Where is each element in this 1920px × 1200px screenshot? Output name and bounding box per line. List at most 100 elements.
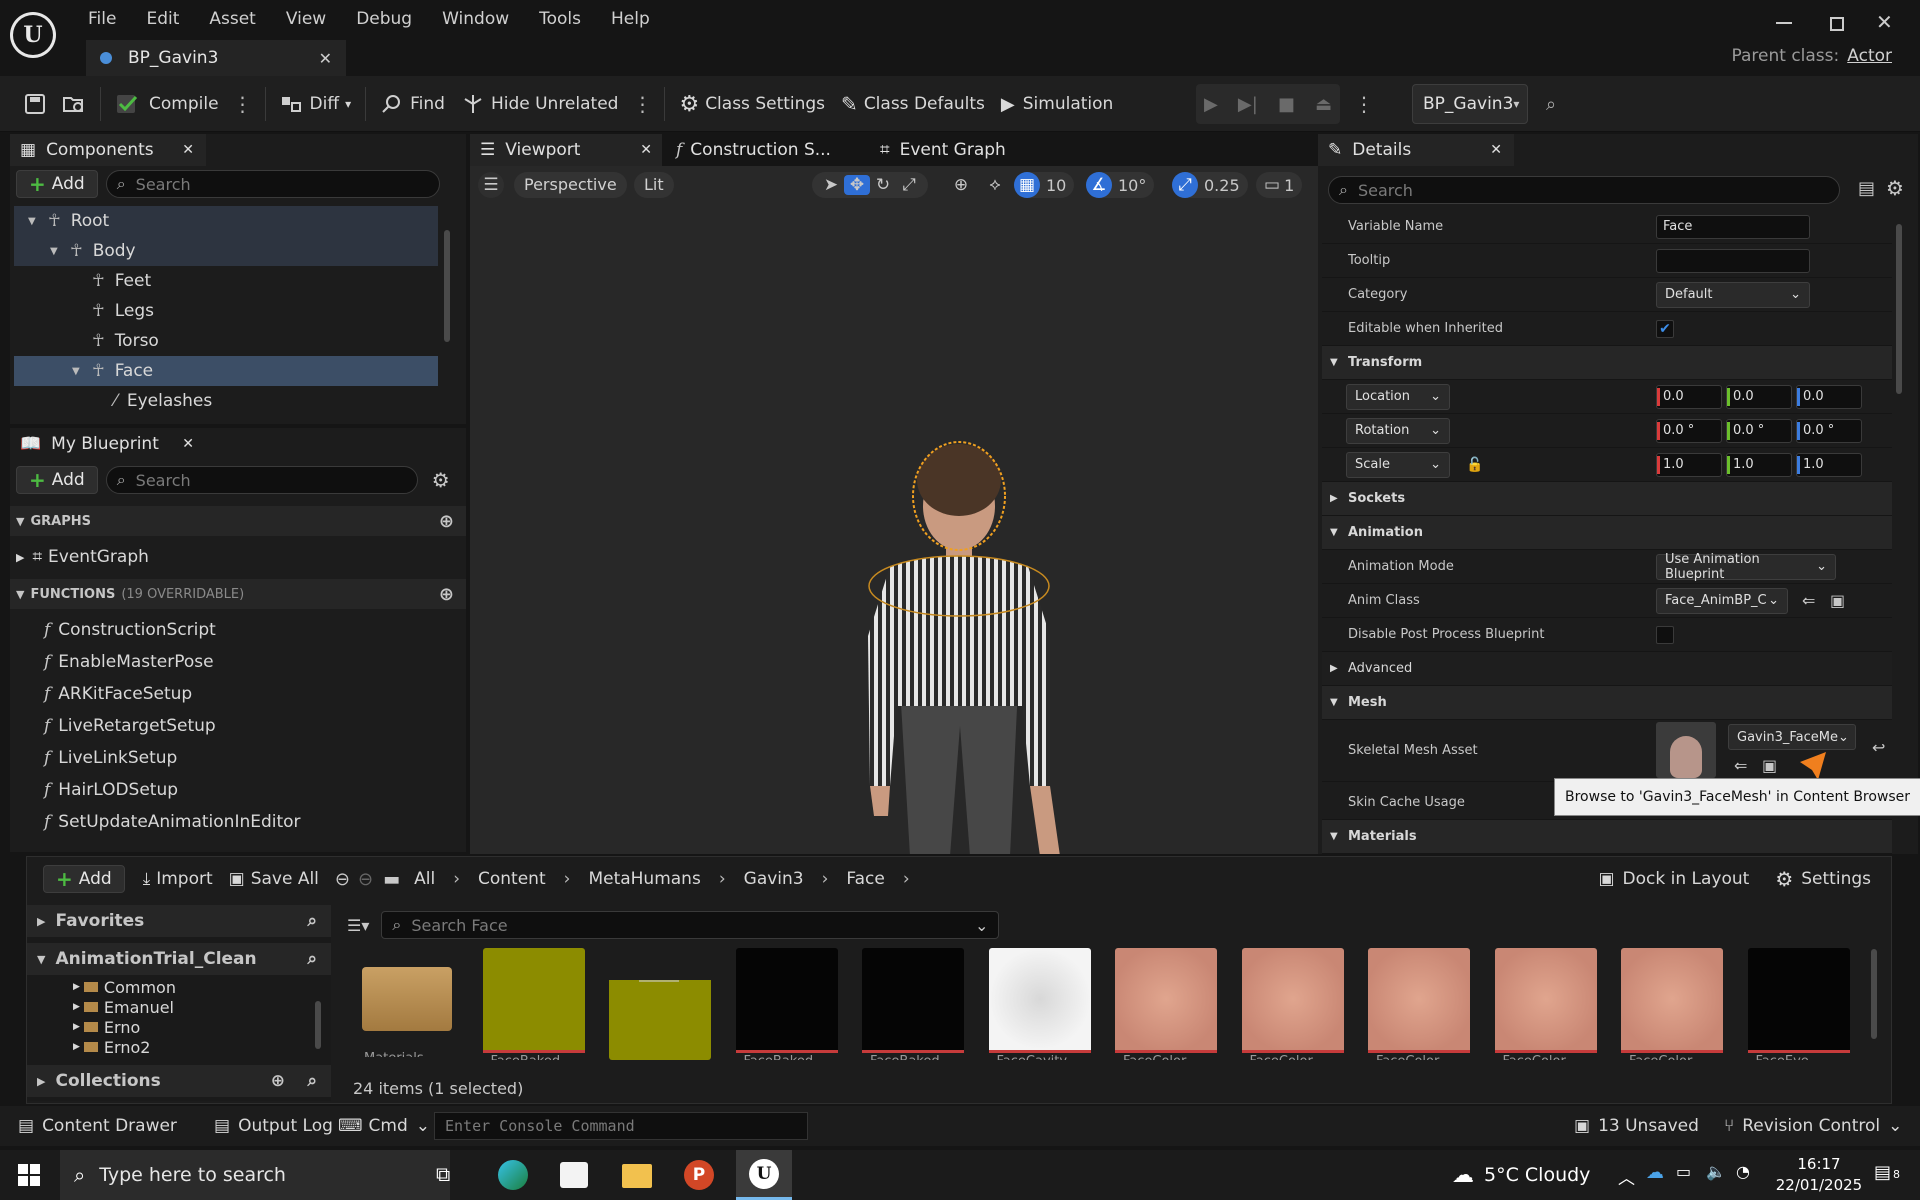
browse-button[interactable] <box>54 84 94 124</box>
class-settings-button[interactable]: ⚙ Class Settings <box>671 84 833 124</box>
function-item[interactable]: f LiveLinkSetup <box>10 742 466 774</box>
tab-event-graph[interactable]: ⌗ Event Graph <box>870 134 1050 166</box>
simulation-button[interactable]: ▶ Simulation <box>993 84 1121 124</box>
chevron-up-icon[interactable]: ︿ <box>1618 1164 1635 1189</box>
viewport[interactable]: ☰ Perspective Lit ➤ ✥ ↻ ⤢ ⊕ ⟡ ▦ 10 ∡ 10°… <box>470 166 1318 854</box>
unreal-logo-icon[interactable]: U <box>10 12 56 58</box>
location-z-input[interactable]: 0.0 <box>1796 384 1862 409</box>
wifi-icon[interactable]: ◔ <box>1736 1162 1750 1181</box>
skel-mesh-select[interactable]: Gavin3_FaceMe ⌄ <box>1728 724 1856 750</box>
taskbar-search-box[interactable]: ⌕ Type here to search <box>60 1150 450 1200</box>
component-item-body[interactable]: ▼ ☥ Body <box>14 236 438 266</box>
console-input[interactable]: Enter Console Command <box>434 1112 808 1140</box>
project-header[interactable]: ▼ AnimationTrial_Clean ⌕ <box>27 943 331 975</box>
chevron-right-icon[interactable]: › <box>903 869 910 889</box>
search-icon[interactable]: ⌕ <box>307 911 317 931</box>
variable-name-input[interactable]: Face <box>1656 214 1810 239</box>
file-explorer-icon[interactable] <box>622 1164 652 1188</box>
blueprint-search-input[interactable]: ⌕ Search <box>105 466 418 494</box>
weather-widget[interactable]: ☁ 5°C Cloudy <box>1452 1150 1590 1200</box>
rotation-y-input[interactable]: 0.0 ° <box>1726 418 1792 443</box>
document-tab[interactable]: BP_Gavin3 ✕ <box>86 40 346 76</box>
search-icon[interactable]: ⌕ <box>307 949 317 969</box>
section-transform[interactable]: ▼ Transform <box>1322 346 1892 380</box>
menu-item-help[interactable]: Help <box>611 9 650 29</box>
diff-button[interactable]: Diff ▾ <box>272 84 360 124</box>
texture-tile[interactable]: FaceBaked <box>862 948 964 1060</box>
tooltip-input[interactable] <box>1656 248 1810 273</box>
function-item[interactable]: f EnableMasterPose <box>10 646 466 678</box>
folder-item[interactable]: ▶ Erno2 <box>73 1037 303 1057</box>
debug-object-select[interactable]: BP_Gavin3 ▾ <box>1412 84 1528 124</box>
collections-header[interactable]: ▶ Collections ⊕ ⌕ <box>27 1065 331 1097</box>
minimize-button[interactable] <box>1776 12 1792 24</box>
texture-tile[interactable]: FaceBaked <box>609 948 711 1060</box>
save-all-button[interactable]: ▣ Save All <box>221 859 327 899</box>
menu-item-file[interactable]: File <box>88 9 116 29</box>
chevron-down-icon[interactable]: ▼ <box>28 216 44 227</box>
graph-item-eventgraph[interactable]: ▶ ⌗ EventGraph <box>16 542 149 572</box>
browse-icon[interactable]: ▣ <box>1762 756 1777 775</box>
asset-scrollbar[interactable] <box>1871 949 1877 1039</box>
rotation-select[interactable]: Rotation ⌄ <box>1346 417 1450 444</box>
chevron-right-icon[interactable]: › <box>822 869 829 889</box>
close-icon[interactable]: ✕ <box>319 49 332 68</box>
folder-item[interactable]: ▶ Emanuel <box>73 997 303 1017</box>
component-item-root[interactable]: ▼ ☥ Root <box>14 206 438 236</box>
mesh-thumbnail[interactable] <box>1656 722 1716 778</box>
output-log-button[interactable]: ▤ Output Log <box>206 1106 341 1146</box>
content-settings-button[interactable]: ⚙ Settings <box>1767 859 1879 899</box>
use-selected-icon[interactable]: ⇐ <box>1802 591 1815 610</box>
add-graph-icon[interactable]: ⊕ <box>439 511 454 532</box>
menu-item-asset[interactable]: Asset <box>209 9 255 29</box>
disable-pp-checkbox[interactable] <box>1656 625 1674 644</box>
texture-tile[interactable]: FaceCavity <box>988 948 1091 1060</box>
chevron-right-icon[interactable]: › <box>453 869 460 889</box>
folder-tile[interactable]: Materials <box>356 948 458 1060</box>
notification-icon[interactable]: ▤ 8 <box>1874 1162 1900 1183</box>
scrollbar[interactable] <box>315 1001 321 1049</box>
back-arrow-icon[interactable]: ⊖ <box>335 869 350 890</box>
section-animation[interactable]: ▼ Animation <box>1322 516 1892 550</box>
favorites-header[interactable]: ▶ Favorites ⌕ <box>27 905 331 937</box>
forward-arrow-icon[interactable]: ⊖ <box>358 869 373 890</box>
hide-unrelated-button[interactable]: Hide Unrelated <box>453 84 627 124</box>
revision-control-button[interactable]: ⑂ Revision Control ⌄ <box>1716 1106 1910 1146</box>
menu-item-debug[interactable]: Debug <box>356 9 412 29</box>
chevron-right-icon[interactable]: › <box>564 869 571 889</box>
save-button[interactable] <box>16 84 54 124</box>
texture-tile[interactable]: FaceBaked <box>735 948 838 1060</box>
menu-item-view[interactable]: View <box>286 9 326 29</box>
texture-tile[interactable]: FaceEye <box>1747 948 1850 1060</box>
cmd-select[interactable]: ⌨ Cmd ⌄ <box>330 1106 438 1146</box>
component-item-eyelashes[interactable]: ⁄ Eyelashes <box>14 386 438 416</box>
battery-icon[interactable]: ▭ <box>1676 1162 1691 1181</box>
stop-icon[interactable]: ■ <box>1278 94 1295 115</box>
breadcrumb-item[interactable]: Face <box>846 869 884 889</box>
edge-icon[interactable] <box>498 1160 528 1190</box>
browse-icon[interactable]: ▣ <box>1830 591 1845 610</box>
add-component-button[interactable]: + Add <box>16 170 98 198</box>
breadcrumb-item[interactable]: Content <box>478 869 546 889</box>
chevron-right-icon[interactable]: ▶ <box>73 1022 80 1032</box>
debug-browse-icon[interactable]: ⌕ <box>1546 94 1556 115</box>
chevron-down-icon[interactable]: ▼ <box>50 246 66 257</box>
chevron-right-icon[interactable]: › <box>719 869 726 889</box>
section-materials[interactable]: ▼ Materials <box>1322 820 1892 854</box>
table-view-icon[interactable]: ▤ <box>1858 178 1875 199</box>
add-collection-icon[interactable]: ⊕ <box>271 1071 285 1091</box>
menu-item-window[interactable]: Window <box>442 9 509 29</box>
function-item[interactable]: f ARKitFaceSetup <box>10 678 466 710</box>
scrollbar[interactable] <box>444 230 450 342</box>
functions-header[interactable]: ▼ FUNCTIONS (19 OVERRIDABLE) ⊕ <box>10 579 466 609</box>
anim-mode-select[interactable]: Use Animation Blueprint ⌄ <box>1656 552 1836 582</box>
filter-icon[interactable]: ☰▾ <box>347 916 369 935</box>
onedrive-icon[interactable]: ☁ <box>1646 1162 1664 1183</box>
texture-tile[interactable]: FaceColor <box>1115 948 1217 1060</box>
section-mesh[interactable]: ▼ Mesh <box>1322 686 1892 720</box>
tab-my-blueprint[interactable]: 📖 My Blueprint ✕ <box>10 428 206 460</box>
section-sockets[interactable]: ▶ Sockets <box>1322 482 1892 516</box>
scale-x-input[interactable]: 1.0 <box>1656 452 1722 477</box>
component-item-feet[interactable]: ☥ Feet <box>14 266 438 296</box>
compile-options-icon[interactable]: ⋮ <box>227 92 259 116</box>
